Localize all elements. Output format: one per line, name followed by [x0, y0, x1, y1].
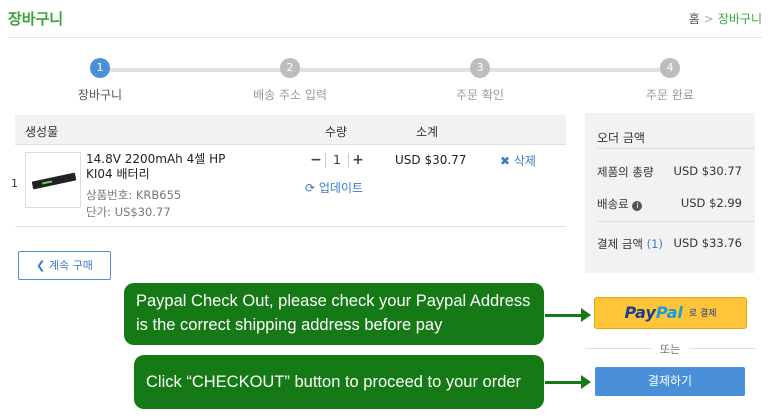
close-icon: ✖: [500, 154, 511, 168]
quantity-stepper: − 1 +: [309, 152, 365, 170]
step-label: 주문 확인: [456, 88, 504, 102]
breadcrumb-home[interactable]: 홈: [689, 12, 700, 26]
step-4: 4 주문 완료: [600, 58, 740, 103]
column-product: 생성물: [25, 125, 59, 139]
arrow-right-icon: [545, 375, 591, 389]
summary-total: 결제 금액 (1) USD $33.76: [597, 236, 742, 252]
column-subtotal: 소계: [416, 125, 439, 139]
summary-divider: [597, 221, 755, 222]
step-1: 1 장바구니: [30, 58, 170, 103]
total-label: 결제 금액: [597, 237, 643, 251]
product-thumbnail[interactable]: [25, 152, 81, 208]
info-icon[interactable]: i: [632, 201, 643, 211]
product-total-label: 제품의 총량: [597, 165, 654, 179]
row-index: 1: [11, 177, 18, 190]
breadcrumb-current: 장바구니: [717, 12, 762, 26]
delete-button[interactable]: ✖ 삭제: [500, 152, 536, 169]
order-summary: 오더 금액 제품의 총량 USD $30.77 배송료 i USD $2.99 …: [585, 113, 755, 273]
step-3: 3 주문 확인: [410, 58, 550, 103]
product-total-value: USD $30.77: [673, 164, 742, 178]
item-subtotal: USD $30.77: [395, 153, 467, 167]
checkout-callout: Click “CHECKOUT” button to proceed to yo…: [134, 355, 544, 409]
refresh-icon: ⟳: [305, 181, 316, 195]
shipping-label: 배송료: [597, 197, 629, 211]
paypal-logo-pay: Pay: [624, 303, 656, 322]
summary-title: 오더 금액: [597, 131, 645, 145]
or-label: 또는: [651, 341, 689, 357]
product-code: 상품번호: KRB655: [86, 188, 182, 202]
shipping-value: USD $2.99: [680, 196, 742, 210]
update-button[interactable]: ⟳ 업데이트: [305, 179, 363, 196]
page-title: 장바구니: [8, 10, 64, 28]
delete-label: 삭제: [513, 154, 536, 168]
summary-divider: [597, 148, 755, 149]
unit-price: 단가: US$30.77: [86, 205, 171, 219]
step-number: 3: [470, 58, 490, 78]
paypal-logo-pal: Pal: [655, 303, 683, 322]
product-name[interactable]: 14.8V 2200mAh 4셀 HP KI04 배터리: [86, 152, 246, 182]
plus-icon[interactable]: +: [351, 152, 365, 168]
total-count: (1): [646, 237, 663, 251]
summary-product-total: 제품의 총량 USD $30.77: [597, 164, 742, 180]
step-label: 장바구니: [77, 88, 123, 102]
continue-shopping-button[interactable]: ❮ 계속 구매: [18, 251, 111, 280]
progress-track: [100, 68, 670, 72]
continue-label: 계속 구매: [48, 259, 93, 272]
header-divider: [8, 37, 762, 38]
step-2: 2 배송 주소 입력: [220, 58, 360, 103]
step-label: 주문 완료: [646, 88, 694, 102]
minus-icon[interactable]: −: [309, 152, 323, 168]
update-label: 업데이트: [318, 181, 364, 195]
quantity-value[interactable]: 1: [325, 153, 349, 168]
breadcrumb: 홈 > 장바구니: [689, 10, 762, 27]
step-number: 2: [280, 58, 300, 78]
arrow-right-icon: [545, 308, 591, 322]
column-quantity: 수량: [325, 125, 348, 139]
cart-item-row: 1 14.8V 2200mAh 4셀 HP KI04 배터리 상품번호: KRB…: [11, 145, 566, 227]
paypal-suffix: 로 결제: [688, 309, 717, 319]
step-number: 1: [90, 58, 110, 78]
step-number: 4: [660, 58, 680, 78]
paypal-callout: Paypal Check Out, please check your Payp…: [124, 283, 544, 345]
total-value: USD $33.76: [673, 236, 742, 250]
battery-image: [31, 172, 77, 190]
paypal-button[interactable]: PayPal 로 결제: [594, 297, 747, 329]
breadcrumb-separator: >: [703, 12, 714, 26]
summary-shipping: 배송료 i USD $2.99: [597, 196, 742, 212]
checkout-button[interactable]: 결제하기: [595, 367, 745, 396]
step-label: 배송 주소 입력: [253, 88, 327, 102]
chevron-left-icon: ❮: [36, 259, 46, 272]
cart-table-header: 생성물 수량 소계: [15, 115, 566, 145]
